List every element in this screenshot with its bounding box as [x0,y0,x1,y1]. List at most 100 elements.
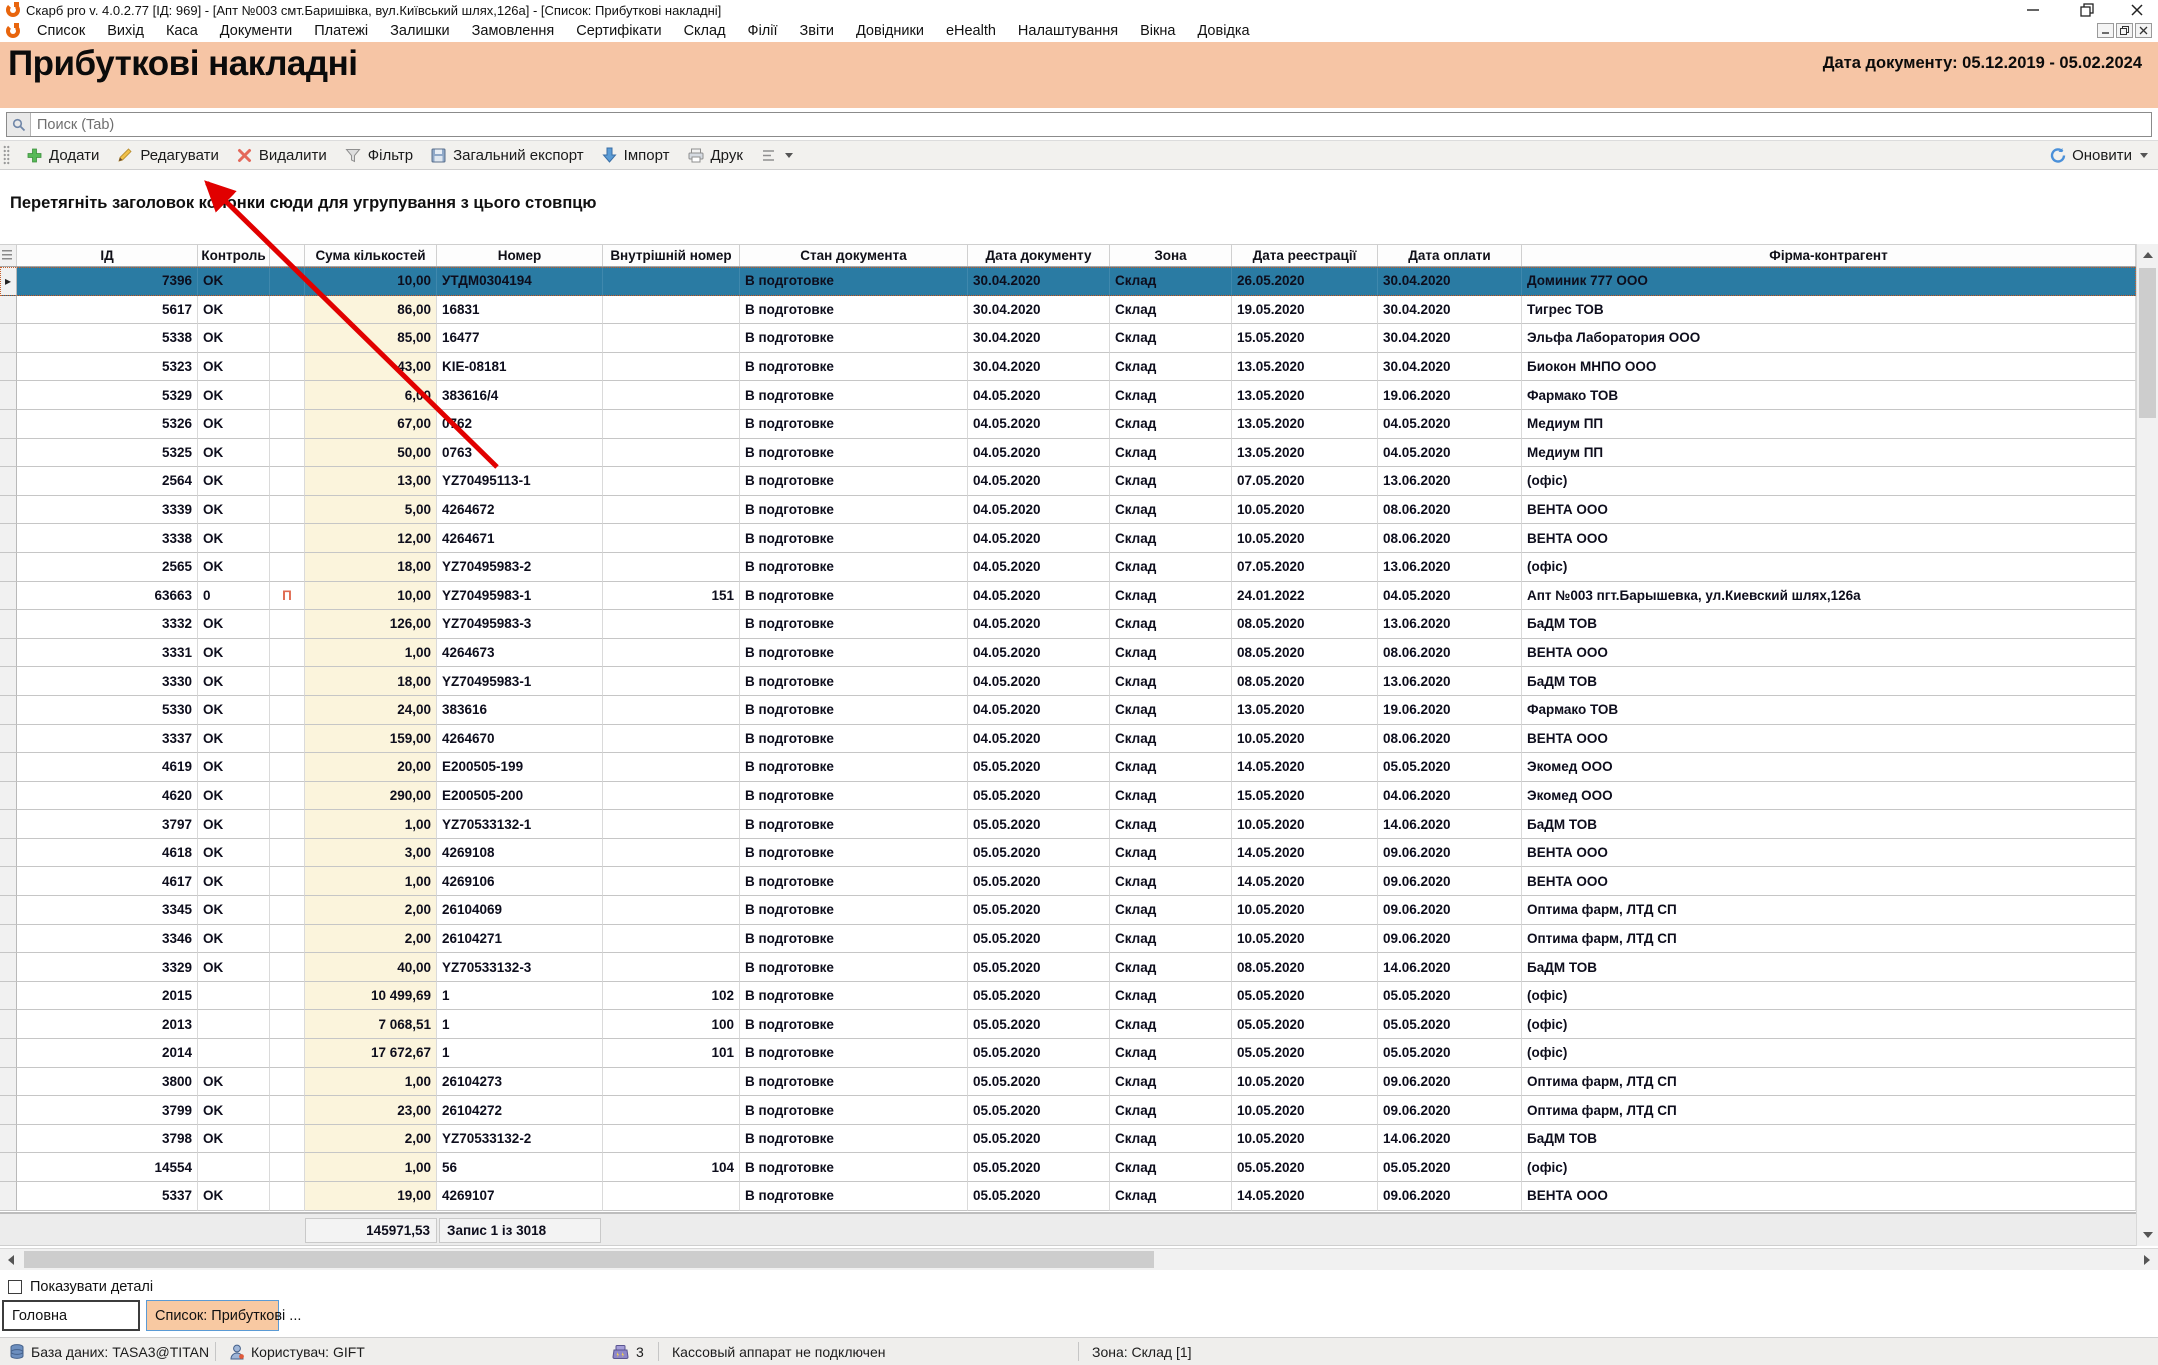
menu-item-11[interactable]: Звіти [789,23,845,39]
tab-main[interactable]: Головна [2,1300,140,1331]
vertical-scrollbar[interactable] [2136,244,2158,1246]
search-button[interactable] [7,113,31,136]
cell-number: 4264671 [437,524,603,553]
menu-item-10[interactable]: Філії [737,23,789,39]
table-row[interactable]: 5617OK86,0016831В подготовке30.04.2020Ск… [0,296,2136,325]
table-row[interactable]: 20137 068,511100В подготовке05.05.2020Ск… [0,1010,2136,1039]
edit-button[interactable]: Редагувати [108,147,228,164]
child-close-button[interactable] [2135,23,2152,38]
print-button[interactable]: Друк [679,147,752,164]
table-row[interactable]: 2564OK13,00YZ70495113-1В подготовке04.05… [0,467,2136,496]
tab-invoice-list[interactable]: Список: Прибуткові ... [146,1300,279,1331]
cell-paydate: 09.06.2020 [1378,925,1522,954]
table-row[interactable]: 3330OK18,00YZ70495983-1В подготовке04.05… [0,667,2136,696]
scroll-left-button[interactable] [0,1249,22,1270]
column-header-zone[interactable]: Зона [1110,245,1232,266]
table-row[interactable]: 5326OK67,000762В подготовке04.05.2020Скл… [0,410,2136,439]
menu-item-7[interactable]: Замовлення [461,23,566,39]
child-restore-button[interactable] [2116,23,2133,38]
table-row[interactable]: 3332OK126,00YZ70495983-3В подготовке04.0… [0,610,2136,639]
column-header-control[interactable]: Контроль [198,245,270,266]
column-header-docdate[interactable]: Дата документу [968,245,1110,266]
add-button[interactable]: Додати [18,147,108,164]
export-button[interactable]: Загальний експорт [422,147,593,164]
column-header-internal[interactable]: Внутрішній номер [603,245,740,266]
table-row[interactable]: 2565OK18,00YZ70495983-2В подготовке04.05… [0,553,2136,582]
table-row[interactable]: ▸7396OK10,00УТДМ0304194В подготовке30.04… [0,267,2136,296]
menu-item-8[interactable]: Сертифікати [565,23,672,39]
table-row[interactable]: 4617OK1,004269106В подготовке05.05.2020С… [0,867,2136,896]
menu-item-16[interactable]: Довідка [1186,23,1260,39]
table-row[interactable]: 4618OK3,004269108В подготовке05.05.2020С… [0,839,2136,868]
close-button[interactable] [2124,2,2150,18]
column-header-number[interactable]: Номер [437,245,603,266]
menu-item-5[interactable]: Платежі [303,23,379,39]
table-row[interactable]: 3329OK40,00YZ70533132-3В подготовке05.05… [0,953,2136,982]
filter-button[interactable]: Фільтр [336,147,422,164]
table-row[interactable]: 3337OK159,004264670В подготовке04.05.202… [0,725,2136,754]
table-row[interactable]: 5323OK43,00KIE-08181В подготовке30.04.20… [0,353,2136,382]
child-minimize-button[interactable] [2097,23,2114,38]
menu-item-9[interactable]: Склад [673,23,737,39]
column-header-paydate[interactable]: Дата оплати [1378,245,1522,266]
column-header-id[interactable]: ІД [17,245,198,266]
column-header-flag[interactable] [270,245,305,266]
menu-item-13[interactable]: eHealth [935,23,1007,39]
refresh-button[interactable]: Оновити [2049,147,2158,164]
table-row[interactable]: 3345OK2,0026104069В подготовке05.05.2020… [0,896,2136,925]
table-row[interactable]: 3339OK5,004264672В подготовке04.05.2020С… [0,496,2136,525]
menu-item-4[interactable]: Документи [209,23,303,39]
table-row[interactable]: 4619OK20,00E200505-199В подготовке05.05.… [0,753,2136,782]
table-row[interactable]: 3797OK1,00YZ70533132-1В подготовке05.05.… [0,810,2136,839]
scroll-right-button[interactable] [2136,1249,2158,1270]
horizontal-scrollbar[interactable] [0,1248,2158,1270]
column-header-firm[interactable]: Фірма-контрагент [1522,245,2136,266]
table-row[interactable]: 3331OK1,004264673В подготовке04.05.2020С… [0,639,2136,668]
table-row[interactable]: 201417 672,671101В подготовке05.05.2020С… [0,1039,2136,1068]
cell-paydate: 14.06.2020 [1378,1125,1522,1154]
restore-button[interactable] [2074,2,2100,18]
menu-item-6[interactable]: Залишки [379,23,460,39]
scroll-down-button[interactable] [2137,1224,2158,1246]
toolbar-grip[interactable] [3,145,10,165]
import-button[interactable]: Імпорт [593,147,679,164]
column-header-sum[interactable]: Сума кількостей [305,245,437,266]
table-row[interactable]: 5330OK24,00383616В подготовке04.05.2020С… [0,696,2136,725]
menu-item-1[interactable]: Список [26,23,96,39]
minimize-button[interactable] [2020,2,2046,18]
table-row[interactable]: 3800OK1,0026104273В подготовке05.05.2020… [0,1068,2136,1097]
horizontal-scroll-thumb[interactable] [24,1251,1154,1268]
delete-button[interactable]: Видалити [228,147,336,164]
menu-item-3[interactable]: Каса [155,23,209,39]
table-row[interactable]: 3346OK2,0026104271В подготовке05.05.2020… [0,925,2136,954]
table-row[interactable]: 3338OK12,004264671В подготовке04.05.2020… [0,524,2136,553]
column-header-regdate[interactable]: Дата реестрації [1232,245,1378,266]
table-row[interactable]: 145541,0056104В подготовке05.05.2020Скла… [0,1153,2136,1182]
table-row[interactable]: 5325OK50,000763В подготовке04.05.2020Скл… [0,439,2136,468]
table-row[interactable]: 3798OK2,00YZ70533132-2В подготовке05.05.… [0,1125,2136,1154]
table-row[interactable]: 201510 499,691102В подготовке05.05.2020С… [0,982,2136,1011]
cell-number: 26104273 [437,1068,603,1097]
close-icon [2139,26,2148,35]
column-header-state[interactable]: Стан документа [740,245,968,266]
vertical-scroll-thumb[interactable] [2139,268,2156,418]
group-by-panel[interactable]: Перетягніть заголовок колонки сюди для у… [0,172,2158,244]
table-row[interactable]: 5329OK6,00383616/4В подготовке04.05.2020… [0,381,2136,410]
cell-sum: 50,00 [305,439,437,468]
menu-item-12[interactable]: Довідники [845,23,935,39]
table-row[interactable]: 636630П10,00YZ70495983-1151В подготовке0… [0,582,2136,611]
menu-item-15[interactable]: Вікна [1129,23,1186,39]
table-row[interactable]: 3799OK23,0026104272В подготовке05.05.202… [0,1096,2136,1125]
cell-number: YZ70495983-2 [437,553,603,582]
menu-item-2[interactable]: Вихід [96,23,155,39]
menu-item-14[interactable]: Налаштування [1007,23,1129,39]
cell-control [198,982,270,1011]
table-row[interactable]: 5338OK85,0016477В подготовке30.04.2020Ск… [0,324,2136,353]
table-row[interactable]: 5337OK19,004269107В подготовке05.05.2020… [0,1182,2136,1211]
view-options-button[interactable] [752,149,802,162]
details-checkbox[interactable] [8,1280,22,1294]
cell-number: 56 [437,1153,603,1182]
scroll-up-button[interactable] [2137,244,2158,266]
search-input[interactable] [31,117,2151,133]
table-row[interactable]: 4620OK290,00E200505-200В подготовке05.05… [0,782,2136,811]
